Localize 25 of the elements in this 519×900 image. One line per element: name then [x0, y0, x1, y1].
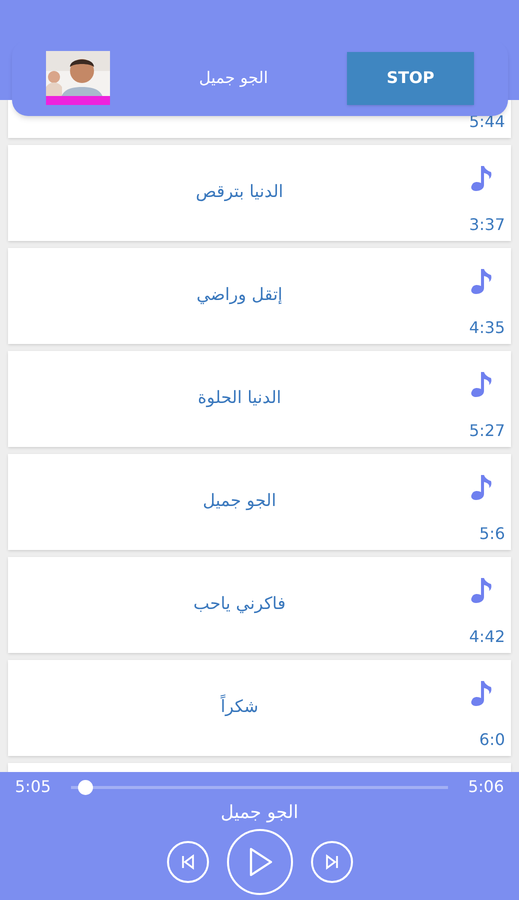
elapsed-time: 5:05	[15, 776, 51, 798]
song-duration: 5:44	[469, 111, 505, 133]
skip-forward-icon	[324, 854, 340, 870]
song-duration: 4:35	[469, 317, 505, 339]
stop-button[interactable]: STOP	[347, 52, 474, 104]
seek-slider[interactable]	[70, 780, 448, 794]
song-title: الجو جميل	[202, 490, 278, 514]
song-title: الدنيا بترقص	[196, 181, 284, 204]
song-duration: 5:27	[469, 420, 505, 442]
total-time: 5:06	[468, 776, 504, 798]
song-title: الجو جميل	[220, 801, 298, 825]
song-duration: 6:0	[479, 729, 505, 751]
song-duration: 4:42	[469, 626, 505, 648]
previous-button[interactable]	[166, 841, 208, 883]
slider-thumb[interactable]	[78, 780, 94, 794]
next-button[interactable]	[310, 841, 352, 883]
song-duration: 5:6	[479, 523, 505, 545]
song-title: إتقل وراضي	[196, 284, 284, 308]
song-title: الجو جميل	[198, 67, 270, 89]
song-duration: 3:37	[469, 214, 505, 236]
song-title: شكراً	[220, 695, 298, 721]
song-title: فاكرني ياحب	[193, 593, 287, 616]
skip-back-icon	[180, 854, 196, 870]
play-button[interactable]	[226, 829, 292, 895]
song-title: الدنيا الحلوة	[198, 387, 282, 410]
